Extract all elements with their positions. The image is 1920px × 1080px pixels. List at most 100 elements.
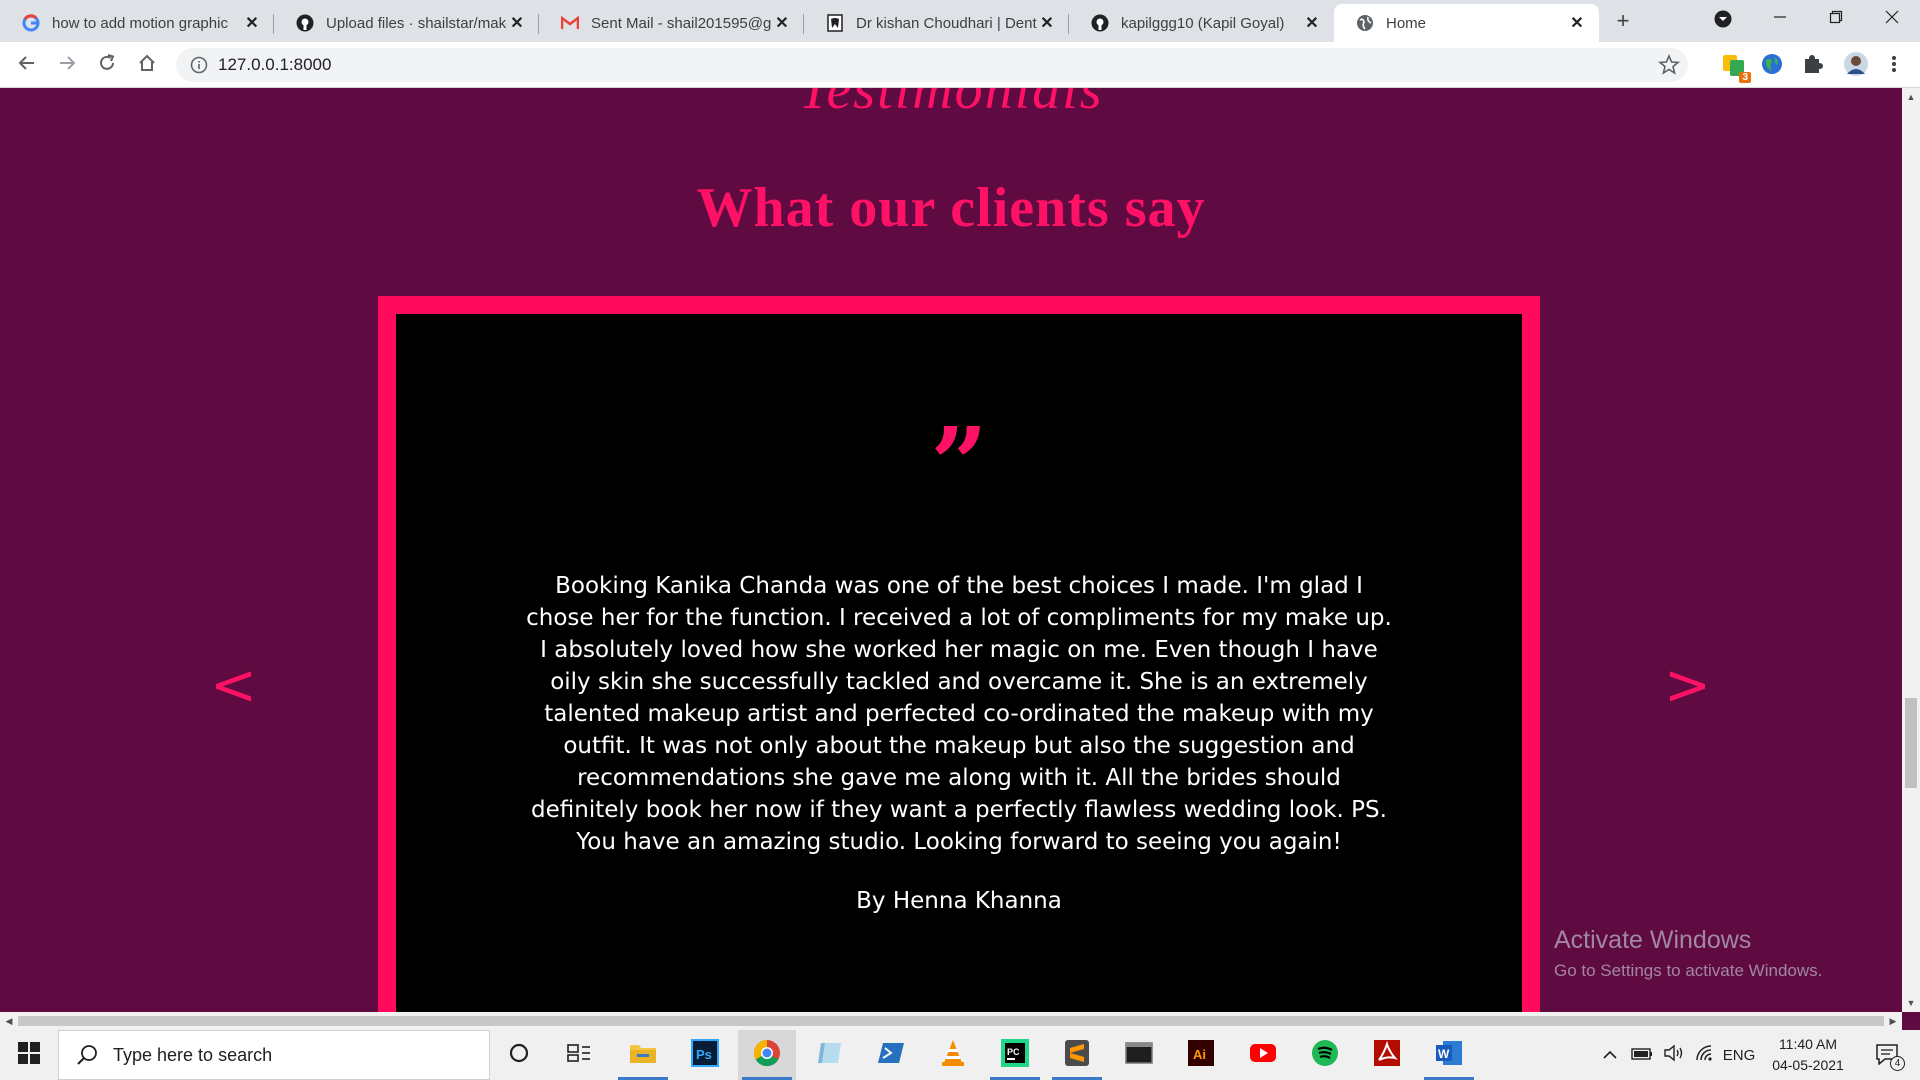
testimonial-card: ” Booking Kanika Chanda was one of the b… (396, 314, 1522, 1012)
clock-time: 11:40 AM (1778, 1036, 1838, 1052)
url-text: 127.0.0.1:8000 (218, 55, 332, 74)
scroll-thumb[interactable] (1905, 698, 1917, 788)
notepad-icon (816, 1040, 842, 1071)
close-icon (1885, 8, 1899, 29)
show-hidden-icons[interactable] (1598, 1030, 1622, 1080)
tab-search-button[interactable] (1708, 6, 1738, 36)
tab-title: Home (1386, 14, 1427, 32)
minimize-icon (1773, 8, 1787, 29)
tab-dentist[interactable]: Dr kishan Choudhari | Denta ✕ (804, 4, 1069, 42)
tab-home[interactable]: Home ✕ (1334, 4, 1599, 42)
restore-button[interactable] (1808, 0, 1864, 36)
home-button[interactable] (132, 50, 162, 80)
file-explorer-button[interactable] (614, 1030, 672, 1080)
tab-google-search[interactable]: how to add motion graphic ✕ (0, 4, 274, 42)
chrome-button[interactable] (738, 1030, 796, 1080)
spotify-button[interactable] (1296, 1030, 1354, 1080)
sublime-button[interactable] (1048, 1030, 1106, 1080)
spotify-icon (1311, 1039, 1339, 1072)
scroll-thumb-horizontal[interactable] (18, 1016, 1884, 1026)
system-clock[interactable]: 11:40 AM 04-05-2021 (1758, 1034, 1858, 1076)
reload-button[interactable] (92, 50, 122, 80)
section-title: What our clients say (696, 177, 1206, 239)
task-view-button[interactable] (550, 1030, 608, 1080)
windows-taskbar: Type here to search Ps PC Ai W ENG 11:40… (0, 1030, 1920, 1080)
taskbar-search-box[interactable]: Type here to search (58, 1030, 490, 1080)
battery-status[interactable] (1628, 1030, 1656, 1080)
start-button[interactable] (0, 1030, 58, 1080)
kebab-menu-icon (1891, 54, 1897, 79)
tab-close-icon[interactable]: ✕ (1037, 13, 1057, 33)
speaker-icon (1663, 1044, 1685, 1066)
tab-close-icon[interactable]: ✕ (507, 13, 527, 33)
forward-button[interactable] (52, 50, 82, 80)
svg-text:Ai: Ai (1193, 1047, 1206, 1062)
browser-menu-button[interactable] (1880, 52, 1908, 80)
task-view-icon (567, 1043, 591, 1068)
scroll-right-icon[interactable]: ▶ (1884, 1012, 1902, 1030)
back-button[interactable] (12, 50, 42, 80)
action-center-button[interactable]: 4 (1864, 1030, 1912, 1080)
arrow-right-icon (57, 53, 77, 78)
puzzle-icon (1801, 53, 1823, 80)
search-icon (75, 1043, 99, 1067)
pycharm-button[interactable]: PC (986, 1030, 1044, 1080)
minimize-button[interactable] (1752, 0, 1808, 36)
tab-github-profile[interactable]: kapilggg10 (Kapil Goyal) ✕ (1069, 4, 1334, 42)
tab-close-icon[interactable]: ✕ (772, 13, 792, 33)
photoshop-button[interactable]: Ps (676, 1030, 734, 1080)
powershell-button[interactable] (862, 1030, 920, 1080)
tab-title: Dr kishan Choudhari | Denta (856, 14, 1037, 32)
svg-text:W: W (1438, 1047, 1450, 1061)
network-status[interactable] (1692, 1030, 1718, 1080)
browser-toolbar: 127.0.0.1:8000 (0, 42, 1920, 88)
globe-icon (1356, 14, 1374, 32)
info-icon[interactable] (190, 56, 208, 74)
tab-github-upload[interactable]: Upload files · shailstar/make ✕ (274, 4, 539, 42)
extensions-button[interactable] (1798, 52, 1826, 80)
extension-badge: 3 (1739, 72, 1751, 83)
terminal-button[interactable] (1110, 1030, 1168, 1080)
youtube-icon (1249, 1043, 1277, 1068)
tab-close-icon[interactable]: ✕ (242, 13, 262, 33)
restore-icon (1829, 8, 1843, 29)
new-tab-button[interactable]: + (1608, 6, 1638, 36)
avatar-icon (1843, 51, 1869, 82)
profile-avatar[interactable] (1842, 51, 1870, 82)
extension-google-translate[interactable]: 3 (1720, 52, 1751, 83)
terminal-icon (1125, 1041, 1153, 1069)
powershell-icon (877, 1041, 905, 1070)
star-icon[interactable] (1657, 53, 1681, 76)
cortana-button[interactable] (490, 1030, 548, 1080)
scroll-up-icon[interactable]: ▲ (1902, 88, 1920, 106)
close-window-button[interactable] (1864, 0, 1920, 36)
translate-icon: 3 (1721, 53, 1751, 83)
acrobat-icon (1373, 1039, 1401, 1072)
arrow-left-icon (17, 53, 37, 78)
vertical-scrollbar[interactable]: ▲ ▼ (1902, 88, 1920, 1012)
prev-slide-arrow[interactable]: < (210, 658, 257, 714)
youtube-button[interactable] (1234, 1030, 1292, 1080)
tab-title: kapilggg10 (Kapil Goyal) (1121, 14, 1285, 32)
tab-title: how to add motion graphic (52, 14, 228, 32)
acrobat-button[interactable] (1358, 1030, 1416, 1080)
illustrator-button[interactable]: Ai (1172, 1030, 1230, 1080)
input-language[interactable]: ENG (1720, 1030, 1758, 1080)
notepad-button[interactable] (800, 1030, 858, 1080)
scroll-down-icon[interactable]: ▼ (1902, 994, 1920, 1012)
testimonial-text: Booking Kanika Chanda was one of the bes… (526, 573, 1392, 855)
vlc-button[interactable] (924, 1030, 982, 1080)
horizontal-scrollbar[interactable]: ◀ ▶ (0, 1012, 1902, 1030)
scroll-left-icon[interactable]: ◀ (0, 1012, 18, 1030)
extension-earth[interactable] (1758, 52, 1786, 80)
tab-close-icon[interactable]: ✕ (1567, 13, 1587, 33)
address-bar[interactable]: 127.0.0.1:8000 (176, 48, 1688, 82)
volume-control[interactable] (1660, 1030, 1688, 1080)
quote-icon: ” (930, 405, 988, 523)
earth-icon (1760, 52, 1784, 81)
tab-close-icon[interactable]: ✕ (1302, 13, 1322, 33)
tab-gmail[interactable]: Sent Mail - shail201595@gm ✕ (539, 4, 804, 42)
next-slide-arrow[interactable]: > (1664, 658, 1711, 714)
word-button[interactable]: W (1420, 1030, 1478, 1080)
pycharm-icon: PC (1001, 1038, 1029, 1072)
